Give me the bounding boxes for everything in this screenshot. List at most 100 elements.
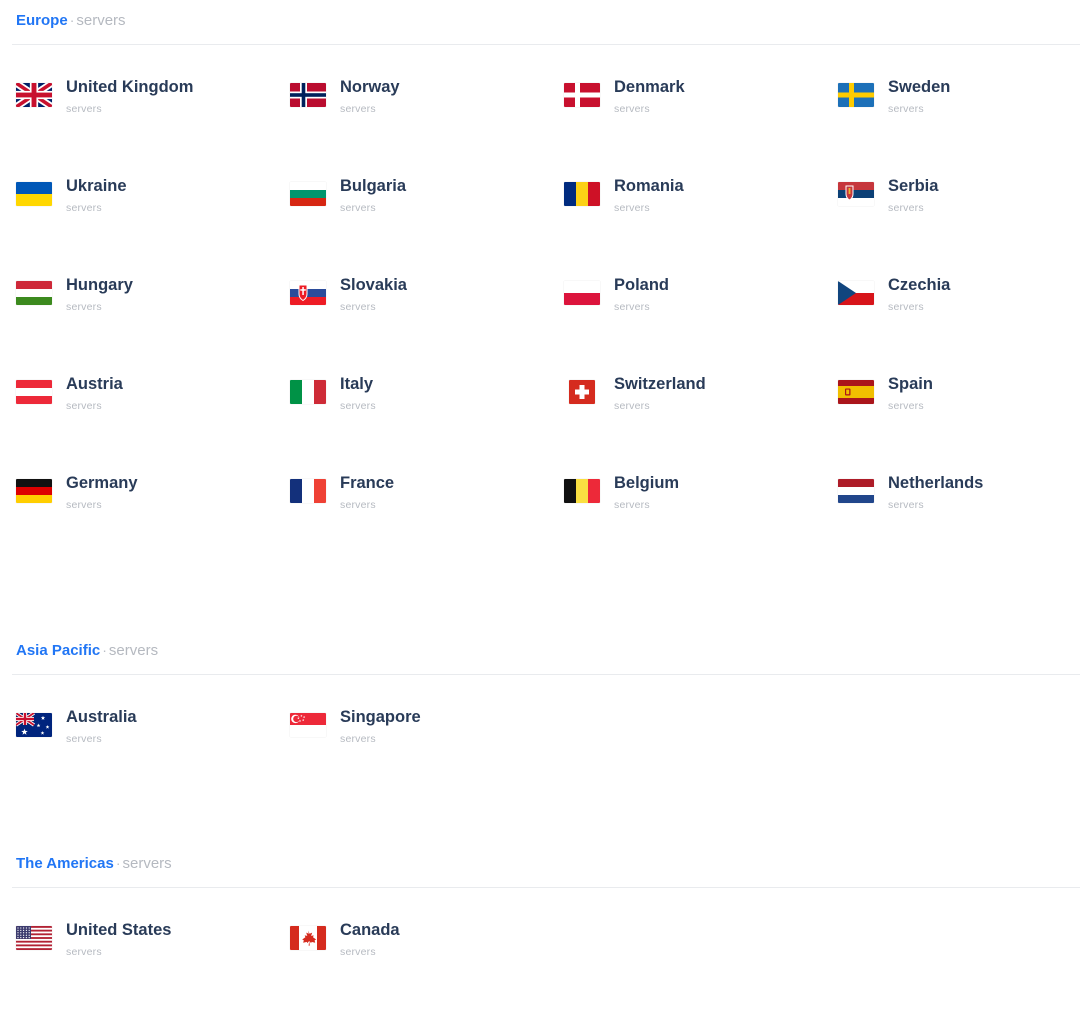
- country-item[interactable]: Australia servers: [16, 708, 290, 807]
- country-server-count: servers: [614, 202, 650, 214]
- flag-singapore-icon: [290, 713, 326, 737]
- country-name[interactable]: Canada: [340, 921, 400, 940]
- section-subtitle: servers: [76, 12, 126, 29]
- country-labels: Bulgaria servers: [326, 177, 406, 215]
- country-labels: Canada servers: [326, 921, 400, 959]
- country-name[interactable]: Belgium: [614, 474, 679, 493]
- country-name[interactable]: Austria: [66, 375, 123, 394]
- country-name[interactable]: France: [340, 474, 394, 493]
- country-name[interactable]: Slovakia: [340, 276, 407, 295]
- country-server-count: servers: [66, 202, 102, 214]
- country-item[interactable]: Canada servers: [290, 921, 564, 1020]
- country-name[interactable]: Australia: [66, 708, 137, 727]
- country-server-count: servers: [340, 103, 376, 115]
- country-name[interactable]: Romania: [614, 177, 684, 196]
- country-item[interactable]: Italy servers: [290, 375, 564, 474]
- country-name[interactable]: Bulgaria: [340, 177, 406, 196]
- country-item[interactable]: Serbia servers: [838, 177, 1092, 276]
- country-labels: Romania servers: [600, 177, 684, 215]
- country-item[interactable]: Singapore servers: [290, 708, 564, 807]
- country-item[interactable]: Romania servers: [564, 177, 838, 276]
- flag-united-states-icon: [16, 926, 52, 950]
- country-name[interactable]: Italy: [340, 375, 376, 394]
- country-server-count: servers: [340, 301, 376, 313]
- section-subtitle: servers: [122, 855, 172, 872]
- country-name[interactable]: Serbia: [888, 177, 938, 196]
- country-item[interactable]: Switzerland servers: [564, 375, 838, 474]
- country-server-count: servers: [340, 499, 376, 511]
- country-server-count: servers: [66, 499, 102, 511]
- country-grid: Australia servers Singapore servers: [0, 675, 1092, 807]
- flag-netherlands-icon: [838, 479, 874, 503]
- country-item[interactable]: United States servers: [16, 921, 290, 1020]
- section-title[interactable]: Asia Pacific: [16, 642, 100, 659]
- country-labels: United Kingdom servers: [52, 78, 193, 116]
- country-item[interactable]: Denmark servers: [564, 78, 838, 177]
- section-asia-pacific: Asia Pacific · servers Australia servers Sing…: [0, 630, 1092, 807]
- country-item[interactable]: Hungary servers: [16, 276, 290, 375]
- country-labels: Poland servers: [600, 276, 669, 314]
- country-item[interactable]: Ukraine servers: [16, 177, 290, 276]
- country-labels: Norway servers: [326, 78, 400, 116]
- country-name[interactable]: Czechia: [888, 276, 950, 295]
- country-name[interactable]: Switzerland: [614, 375, 706, 394]
- country-name[interactable]: Singapore: [340, 708, 421, 727]
- country-name[interactable]: Spain: [888, 375, 933, 394]
- country-labels: Denmark servers: [600, 78, 685, 116]
- country-labels: Italy servers: [326, 375, 376, 413]
- country-name[interactable]: Sweden: [888, 78, 950, 97]
- country-item[interactable]: Slovakia servers: [290, 276, 564, 375]
- flag-serbia-icon: [838, 182, 874, 206]
- country-item[interactable]: Germany servers: [16, 474, 290, 573]
- country-server-count: servers: [888, 301, 924, 313]
- country-labels: United States servers: [52, 921, 171, 959]
- section-title[interactable]: The Americas: [16, 855, 114, 872]
- flag-czechia-icon: [838, 281, 874, 305]
- country-labels: Czechia servers: [874, 276, 950, 314]
- country-labels: Germany servers: [52, 474, 138, 512]
- country-server-count: servers: [340, 733, 376, 745]
- country-name[interactable]: Poland: [614, 276, 669, 295]
- flag-austria-icon: [16, 380, 52, 404]
- country-labels: Belgium servers: [600, 474, 679, 512]
- country-item[interactable]: Belgium servers: [564, 474, 838, 573]
- country-name[interactable]: United States: [66, 921, 171, 940]
- country-server-count: servers: [66, 301, 102, 313]
- country-item[interactable]: Sweden servers: [838, 78, 1092, 177]
- country-item[interactable]: United Kingdom servers: [16, 78, 290, 177]
- section-header: Asia Pacific · servers: [0, 630, 1092, 661]
- country-grid: United States servers Canada servers: [0, 888, 1092, 1020]
- country-labels: Hungary servers: [52, 276, 133, 314]
- country-name[interactable]: Netherlands: [888, 474, 983, 493]
- flag-bulgaria-icon: [290, 182, 326, 206]
- section-title[interactable]: Europe: [16, 12, 68, 29]
- country-name[interactable]: Hungary: [66, 276, 133, 295]
- country-item[interactable]: Czechia servers: [838, 276, 1092, 375]
- country-name[interactable]: Norway: [340, 78, 400, 97]
- country-labels: Slovakia servers: [326, 276, 407, 314]
- flag-denmark-icon: [564, 83, 600, 107]
- country-name[interactable]: Germany: [66, 474, 138, 493]
- country-item[interactable]: Austria servers: [16, 375, 290, 474]
- country-item[interactable]: Netherlands servers: [838, 474, 1092, 573]
- country-server-count: servers: [66, 946, 102, 958]
- flag-ukraine-icon: [16, 182, 52, 206]
- country-item[interactable]: Poland servers: [564, 276, 838, 375]
- country-server-count: servers: [888, 400, 924, 412]
- flag-sweden-icon: [838, 83, 874, 107]
- country-name[interactable]: Ukraine: [66, 177, 127, 196]
- flag-slovakia-icon: [290, 281, 326, 305]
- country-labels: Spain servers: [874, 375, 933, 413]
- country-server-count: servers: [66, 400, 102, 412]
- country-item[interactable]: Bulgaria servers: [290, 177, 564, 276]
- flag-hungary-icon: [16, 281, 52, 305]
- country-item[interactable]: Norway servers: [290, 78, 564, 177]
- flag-poland-icon: [564, 281, 600, 305]
- country-name[interactable]: Denmark: [614, 78, 685, 97]
- country-labels: Singapore servers: [326, 708, 421, 746]
- country-item[interactable]: Spain servers: [838, 375, 1092, 474]
- country-item[interactable]: France servers: [290, 474, 564, 573]
- country-name[interactable]: United Kingdom: [66, 78, 193, 97]
